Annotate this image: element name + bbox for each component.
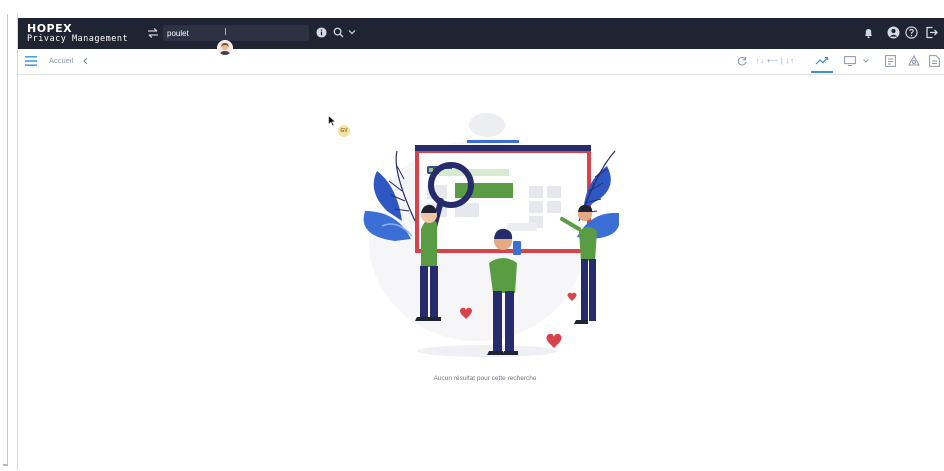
text-cursor-icon: I [224, 27, 227, 38]
help-icon[interactable] [905, 26, 918, 39]
mouse-cursor-icon [328, 115, 336, 127]
print-icon[interactable] [908, 55, 920, 67]
screen-icon[interactable] [844, 56, 856, 66]
user-icon[interactable] [887, 26, 900, 39]
empty-results-message: Aucun résultat pour cette recherche [433, 375, 537, 382]
menu-icon[interactable] [25, 56, 37, 66]
avatar-image [218, 41, 232, 55]
report-icon[interactable] [885, 55, 896, 67]
main-content: GV Aucun résultat pour cette recherche [18, 75, 944, 471]
search-input[interactable] [167, 26, 287, 40]
active-tab-indicator [811, 71, 833, 73]
breadcrumb[interactable]: Accueil [49, 56, 73, 65]
back-icon[interactable] [82, 57, 88, 65]
bell-icon[interactable] [863, 27, 874, 39]
chevron-down-icon[interactable] [863, 59, 869, 63]
filter-controls[interactable]: ↑↓ ⟵ | ↓↑ [756, 56, 794, 65]
logo-title: HOPEX [27, 22, 73, 35]
swap-icon[interactable] [147, 27, 159, 39]
logo-subtitle: Privacy Management [27, 34, 129, 44]
refresh-icon[interactable] [737, 56, 747, 66]
frame-line [7, 14, 8, 466]
chevron-down-icon[interactable] [348, 29, 356, 35]
app-logo[interactable]: HOPEX Privacy Management [27, 23, 128, 44]
logout-icon[interactable] [925, 26, 938, 39]
trend-icon[interactable] [815, 55, 829, 66]
left-frame [0, 0, 18, 471]
empty-search-illustration [363, 113, 619, 357]
search-icon[interactable] [333, 27, 344, 38]
frame-tick [3, 464, 8, 466]
avatar[interactable] [217, 40, 233, 56]
toolbar: Accueil ↑↓ ⟵ | ↓↑ [18, 49, 944, 75]
app-window: HOPEX Privacy Management I [18, 18, 944, 471]
top-bar: HOPEX Privacy Management I [18, 18, 944, 56]
doc-icon[interactable] [929, 55, 940, 67]
search-box: I [163, 25, 309, 41]
user-badge: GV [338, 125, 350, 137]
info-icon[interactable] [316, 27, 327, 38]
